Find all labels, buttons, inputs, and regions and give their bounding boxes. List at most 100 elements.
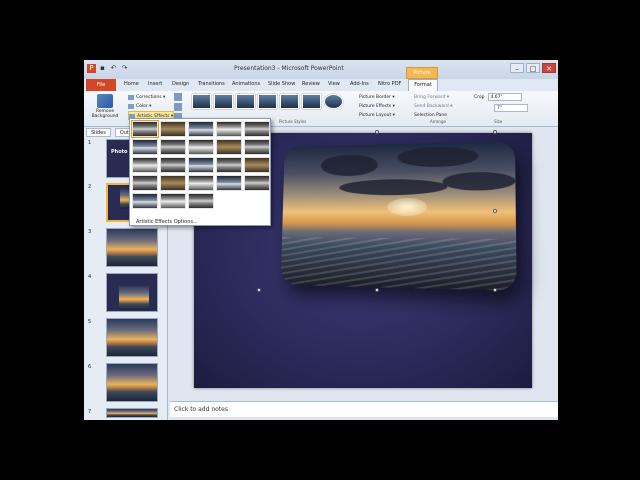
tab-slide-show[interactable]: Slide Show (268, 81, 295, 87)
slide-number: 3 (88, 229, 91, 235)
tab-view[interactable]: View (328, 81, 340, 87)
resize-handle[interactable] (493, 209, 497, 213)
undo-icon[interactable]: ↶ (109, 64, 118, 73)
slide-thumbnail[interactable] (106, 408, 158, 418)
tab-animations[interactable]: Animations (232, 81, 260, 87)
picture-format-options: Picture Border ▾ Picture Effects ▾ Pictu… (359, 93, 395, 120)
picture-style-thumb[interactable] (258, 94, 277, 109)
slide-thumbnail[interactable] (106, 228, 158, 267)
maximize-button[interactable]: □ (526, 63, 540, 73)
artistic-effect-thumb[interactable] (160, 139, 186, 155)
slide-number: 7 (88, 409, 91, 415)
send-backward-button[interactable]: Send Backward ▾ (414, 102, 452, 111)
resize-handle[interactable] (493, 130, 497, 134)
picture-tools-label: Picture Tools (406, 67, 438, 79)
picture-style-thumb[interactable] (192, 94, 211, 109)
slide-thumbnail[interactable] (106, 273, 158, 312)
picture-effects-button[interactable]: Picture Effects ▾ (359, 102, 395, 111)
arrange-group: Bring Forward ▾ Send Backward ▾ Selectio… (414, 93, 452, 120)
artistic-effect-thumb[interactable] (244, 139, 270, 155)
artistic-effect-thumb[interactable] (188, 121, 214, 137)
resize-handle[interactable] (375, 288, 379, 292)
resize-handle[interactable] (493, 288, 497, 292)
artistic-effect-thumb[interactable] (188, 157, 214, 173)
close-button[interactable]: ✕ (542, 63, 556, 73)
ocean-waves (281, 237, 517, 291)
tab-slides[interactable]: Slides (86, 128, 111, 137)
artistic-effect-thumb[interactable] (216, 175, 242, 191)
corrections-button[interactable]: Corrections ▾ (128, 93, 174, 102)
artistic-effect-thumb[interactable] (188, 175, 214, 191)
save-icon[interactable]: ▪ (98, 64, 107, 73)
artistic-effects-options-label: Artistic Effects Options... (136, 219, 198, 225)
artistic-effect-thumb[interactable] (132, 121, 158, 137)
picture-style-thumb[interactable] (236, 94, 255, 109)
ribbon-tabs: File Home Insert Design Transitions Anim… (84, 79, 558, 91)
artistic-effect-thumb[interactable] (160, 157, 186, 173)
notes-pane[interactable]: Click to add notes (170, 401, 558, 417)
artistic-effect-thumb[interactable] (160, 175, 186, 191)
artistic-effect-thumb[interactable] (188, 193, 214, 209)
picture-layout-button[interactable]: Picture Layout ▾ (359, 111, 395, 120)
tab-review[interactable]: Review (302, 81, 320, 87)
artistic-effect-thumb[interactable] (216, 121, 242, 137)
window-title: Presentation3 - Microsoft PowerPoint (234, 65, 344, 72)
artistic-effect-thumb[interactable] (160, 193, 186, 209)
picture-style-thumb[interactable] (280, 94, 299, 109)
picture-style-thumb[interactable] (214, 94, 233, 109)
quick-access-toolbar: P ▪ ↶ ↷ (87, 64, 129, 73)
height-field[interactable]: 4.67" (488, 93, 522, 101)
artistic-effect-thumb[interactable] (244, 121, 270, 137)
remove-background-icon (97, 94, 113, 108)
adjust-group: Corrections ▾ Color ▾ Artistic Effects ▾ (128, 93, 174, 120)
tab-design[interactable]: Design (172, 81, 189, 87)
tab-format[interactable]: Format (408, 79, 438, 91)
resize-handle[interactable] (375, 130, 379, 134)
slide-thumbnail-picture (119, 286, 149, 310)
sunset-picture[interactable] (281, 141, 517, 291)
change-picture-icon[interactable] (174, 103, 182, 111)
artistic-effect-thumb[interactable] (244, 175, 270, 191)
redo-icon[interactable]: ↷ (120, 64, 129, 73)
artistic-effect-thumb[interactable] (160, 121, 186, 137)
slide-number: 5 (88, 319, 91, 325)
artistic-effect-thumb[interactable] (188, 139, 214, 155)
remove-background-button[interactable]: Remove Background (90, 94, 120, 119)
tab-insert[interactable]: Insert (148, 81, 162, 87)
window-controls: – □ ✕ (510, 63, 556, 73)
compress-pictures-icon[interactable] (174, 93, 182, 101)
arrange-label: Arrange (430, 119, 446, 124)
artistic-effects-gallery (132, 121, 270, 209)
artistic-effect-thumb[interactable] (244, 157, 270, 173)
crop-label[interactable]: Crop (474, 95, 485, 100)
resize-handle[interactable] (257, 288, 261, 292)
tab-home[interactable]: Home (124, 81, 139, 87)
artistic-effect-thumb[interactable] (132, 175, 158, 191)
notes-placeholder: Click to add notes (174, 406, 228, 413)
adjust-small-buttons (174, 93, 182, 121)
artistic-effect-thumb[interactable] (216, 139, 242, 155)
artistic-effect-thumb[interactable] (132, 193, 158, 209)
artistic-effect-thumb[interactable] (216, 157, 242, 173)
slide-number: 4 (88, 274, 91, 280)
slide-number: 2 (88, 184, 91, 190)
color-button[interactable]: Color ▾ (128, 102, 174, 111)
tab-transitions[interactable]: Transitions (198, 81, 225, 87)
slide-number: 6 (88, 364, 91, 370)
tab-file[interactable]: File (86, 79, 116, 91)
artistic-effect-thumb[interactable] (132, 157, 158, 173)
artistic-effect-thumb[interactable] (132, 139, 158, 155)
tab-add-ins[interactable]: Add-Ins (350, 81, 369, 87)
slide-thumbnail[interactable] (106, 318, 158, 357)
slide-thumbnail[interactable] (106, 363, 158, 402)
picture-style-thumb[interactable] (302, 94, 321, 109)
picture-style-thumb[interactable] (324, 94, 343, 109)
powerpoint-logo-icon[interactable]: P (87, 64, 96, 73)
tab-nitro-pdf[interactable]: Nitro PDF (378, 81, 401, 87)
width-field[interactable]: 7" (494, 104, 528, 112)
bring-forward-button[interactable]: Bring Forward ▾ (414, 93, 452, 102)
artistic-effects-options[interactable]: Artistic Effects Options... (136, 219, 198, 225)
picture-border-button[interactable]: Picture Border ▾ (359, 93, 395, 102)
minimize-button[interactable]: – (510, 63, 524, 73)
artistic-effects-dropdown: Artistic Effects Options... (129, 118, 271, 226)
